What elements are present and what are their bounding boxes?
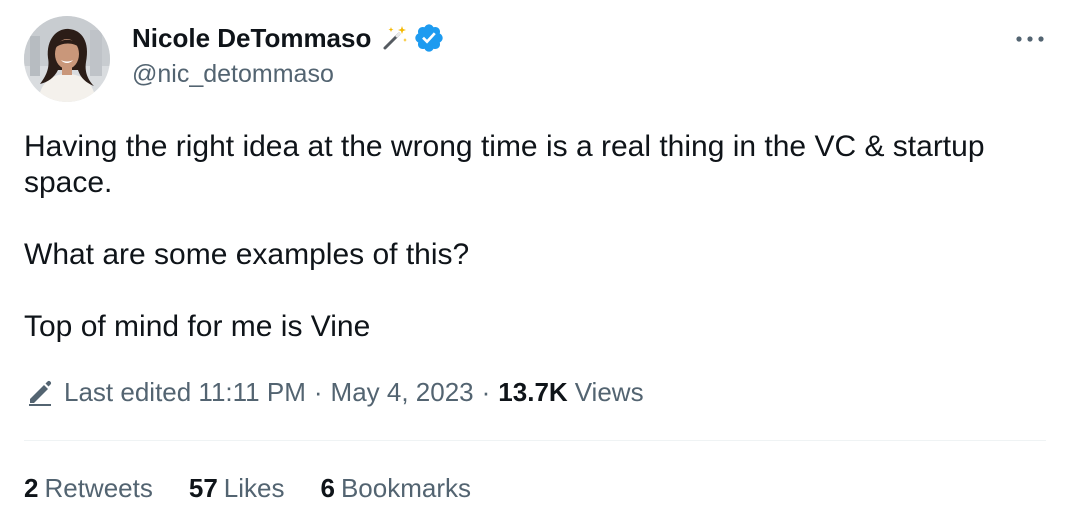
- bookmarks-stat[interactable]: 6 Bookmarks: [320, 473, 471, 504]
- retweets-count: 2: [24, 472, 39, 503]
- separator: ·: [313, 376, 323, 407]
- views-label[interactable]: Views: [575, 377, 644, 408]
- tweet-paragraph: Having the right idea at the wrong time …: [24, 130, 985, 199]
- likes-count: 57: [188, 472, 218, 503]
- bookmarks-count: 6: [320, 472, 335, 503]
- tweet-header: Nicole DeTommaso @nic_detommaso: [132, 20, 445, 91]
- likes-stat[interactable]: 57 Likes: [189, 473, 285, 504]
- tweet-paragraph: Top of mind for me is Vine: [24, 310, 371, 343]
- edited-time-link[interactable]: Last edited 11:11 PM: [64, 377, 306, 408]
- author-display-name[interactable]: Nicole DeTommaso: [132, 20, 371, 56]
- pencil-icon[interactable]: [26, 378, 54, 406]
- avatar[interactable]: [24, 16, 110, 102]
- separator: ·: [481, 376, 491, 407]
- tweet-paragraph: What are some examples of this?: [24, 238, 470, 271]
- tweet-date[interactable]: May 4, 2023: [331, 377, 474, 408]
- retweets-label: Retweets: [44, 472, 153, 503]
- avatar-image: [24, 16, 110, 102]
- more-options-button[interactable]: [1010, 24, 1050, 54]
- bookmarks-label: Bookmarks: [340, 472, 471, 503]
- tweet-meta: Last edited 11:11 PM · May 4, 2023 · 13.…: [26, 374, 644, 410]
- author-handle[interactable]: @nic_detommaso: [132, 57, 445, 91]
- divider: [24, 440, 1046, 441]
- tweet-card: Nicole DeTommaso @nic_detommaso Having t…: [0, 0, 1076, 522]
- retweets-stat[interactable]: 2 Retweets: [24, 473, 153, 504]
- verified-badge-icon[interactable]: [413, 22, 445, 54]
- engagement-stats: 2 Retweets 57 Likes 6 Bookmarks: [24, 470, 471, 506]
- views-count[interactable]: 13.7K: [498, 377, 567, 408]
- magic-wand-icon: [381, 24, 409, 52]
- tweet-text: Having the right idea at the wrong time …: [24, 129, 1044, 345]
- name-row: Nicole DeTommaso: [132, 20, 445, 56]
- likes-label: Likes: [223, 472, 285, 503]
- more-dots-icon: [1016, 36, 1044, 42]
